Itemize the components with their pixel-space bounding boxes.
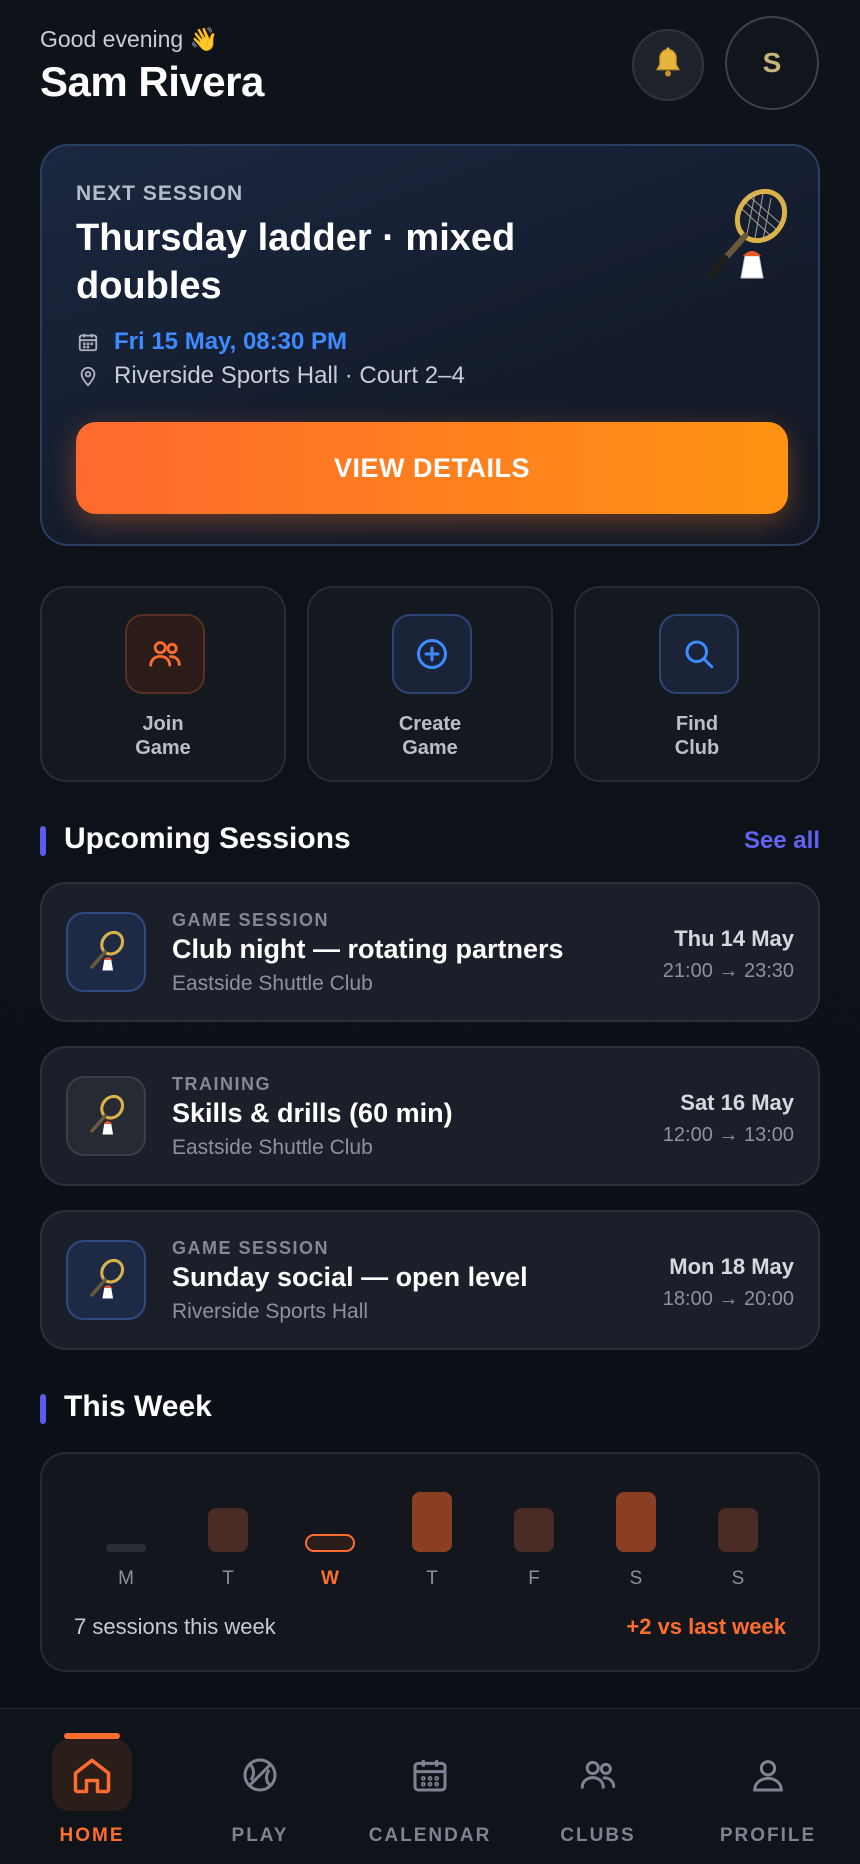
session-time: 12:00 → 13:00 — [662, 1124, 794, 1146]
nav-calendar[interactable]: CALENDAR — [350, 1709, 510, 1864]
badminton-icon — [66, 912, 146, 992]
week-day-label: T — [222, 1568, 234, 1589]
find-club-button[interactable]: Find Club — [574, 586, 820, 782]
next-session-location: Riverside Sports Hall · Court 2–4 — [76, 362, 465, 390]
calendar-icon — [76, 330, 100, 354]
calendar-icon — [390, 1739, 470, 1811]
session-day: Mon 18 May — [669, 1254, 794, 1279]
nav-profile-label: PROFILE — [719, 1825, 817, 1846]
week-day-label: W — [321, 1568, 339, 1589]
week-day-bar — [305, 1534, 355, 1552]
users-icon — [125, 614, 205, 694]
view-details-button[interactable]: VIEW DETAILS — [76, 422, 788, 514]
session-name: Skills & drills (60 min) — [172, 1098, 453, 1128]
next-session-label: NEXT SESSION — [76, 182, 244, 205]
this-week-title: This Week — [64, 1390, 212, 1423]
map-pin-icon — [76, 364, 100, 388]
week-day-bar — [412, 1492, 452, 1552]
search-icon — [659, 614, 739, 694]
this-week-card: M T W T F S S 7 sessions this week +2 vs last … — [40, 1452, 820, 1672]
session-club: Riverside Sports Hall — [172, 1300, 369, 1323]
week-day-label: S — [731, 1568, 745, 1589]
ball-icon — [220, 1739, 300, 1811]
join-game-button[interactable]: Join Game — [40, 586, 286, 782]
next-session-title: Thursday ladder · mixed doubles — [76, 217, 516, 307]
see-all-link[interactable]: See all — [744, 827, 820, 855]
week-day-bar — [514, 1508, 554, 1552]
session-club: Eastside Shuttle Club — [172, 1136, 373, 1159]
home-screen: Good evening 👋 Sam Rivera S NEXT SESSION… — [0, 0, 860, 1864]
avatar[interactable]: S — [725, 16, 819, 110]
week-day-label: S — [629, 1568, 643, 1589]
session-day: Thu 14 May — [674, 926, 794, 951]
user-icon — [728, 1739, 808, 1811]
week-day-bar — [718, 1508, 758, 1552]
nav-home[interactable]: HOME — [12, 1709, 172, 1864]
nav-clubs[interactable]: CLUBS — [518, 1709, 678, 1864]
session-time: 18:00 → 20:00 — [662, 1288, 794, 1310]
week-day-bar — [208, 1508, 248, 1552]
session-card[interactable]: TRAINING Skills & drills (60 min) Eastsi… — [40, 1046, 820, 1186]
join-game-label: Join Game — [135, 713, 191, 759]
next-session-datetime: Fri 15 May, 08:30 PM — [76, 328, 347, 356]
notifications-button[interactable] — [632, 29, 704, 101]
week-day-bar — [106, 1544, 146, 1552]
upcoming-sessions-title: Upcoming Sessions — [64, 822, 351, 855]
session-name: Sunday social — open level — [172, 1262, 528, 1292]
greeting-text: Good evening 👋 — [40, 26, 219, 52]
session-type: TRAINING — [172, 1074, 271, 1094]
section-accent-bar — [40, 826, 46, 856]
session-club: Eastside Shuttle Club — [172, 972, 373, 995]
week-day-label: F — [528, 1568, 540, 1589]
session-card[interactable]: GAME SESSION Club night — rotating partn… — [40, 882, 820, 1022]
session-type: GAME SESSION — [172, 1238, 330, 1258]
bottom-nav: HOME PLAY CALENDAR CLUBS PROFILE — [0, 1708, 860, 1864]
nav-play[interactable]: PLAY — [180, 1709, 340, 1864]
next-session-location-text: Riverside Sports Hall · Court 2–4 — [114, 362, 465, 389]
bell-icon — [650, 45, 686, 86]
plus-circle-icon — [392, 614, 472, 694]
next-session-card[interactable]: NEXT SESSION Thursday ladder · mixed dou… — [40, 144, 820, 546]
session-time: 21:00 → 23:30 — [662, 960, 794, 982]
week-day-bar — [616, 1492, 656, 1552]
week-day-label: T — [426, 1568, 438, 1589]
users-icon — [558, 1739, 638, 1811]
user-name: Sam Rivera — [40, 58, 264, 105]
find-club-label: Find Club — [674, 713, 720, 759]
nav-home-label: HOME — [59, 1825, 125, 1846]
next-session-date-text: Fri 15 May, 08:30 PM — [114, 328, 347, 355]
nav-play-label: PLAY — [231, 1825, 289, 1846]
session-name: Club night — rotating partners — [172, 934, 564, 964]
nav-profile[interactable]: PROFILE — [688, 1709, 848, 1864]
badminton-icon — [66, 1076, 146, 1156]
create-game-label: Create Game — [398, 713, 462, 759]
week-day-label: M — [118, 1568, 134, 1589]
session-day: Sat 16 May — [680, 1090, 794, 1115]
session-card[interactable]: GAME SESSION Sunday social — open level … — [40, 1210, 820, 1350]
week-delta: +2 vs last week — [626, 1614, 786, 1639]
nav-calendar-label: CALENDAR — [368, 1825, 492, 1846]
nav-clubs-label: CLUBS — [560, 1825, 636, 1846]
badminton-icon — [66, 1240, 146, 1320]
create-game-button[interactable]: Create Game — [307, 586, 553, 782]
week-session-count: 7 sessions this week — [74, 1614, 276, 1639]
home-icon — [52, 1739, 132, 1811]
badminton-icon — [697, 186, 797, 286]
session-type: GAME SESSION — [172, 910, 330, 930]
section-accent-bar — [40, 1394, 46, 1424]
